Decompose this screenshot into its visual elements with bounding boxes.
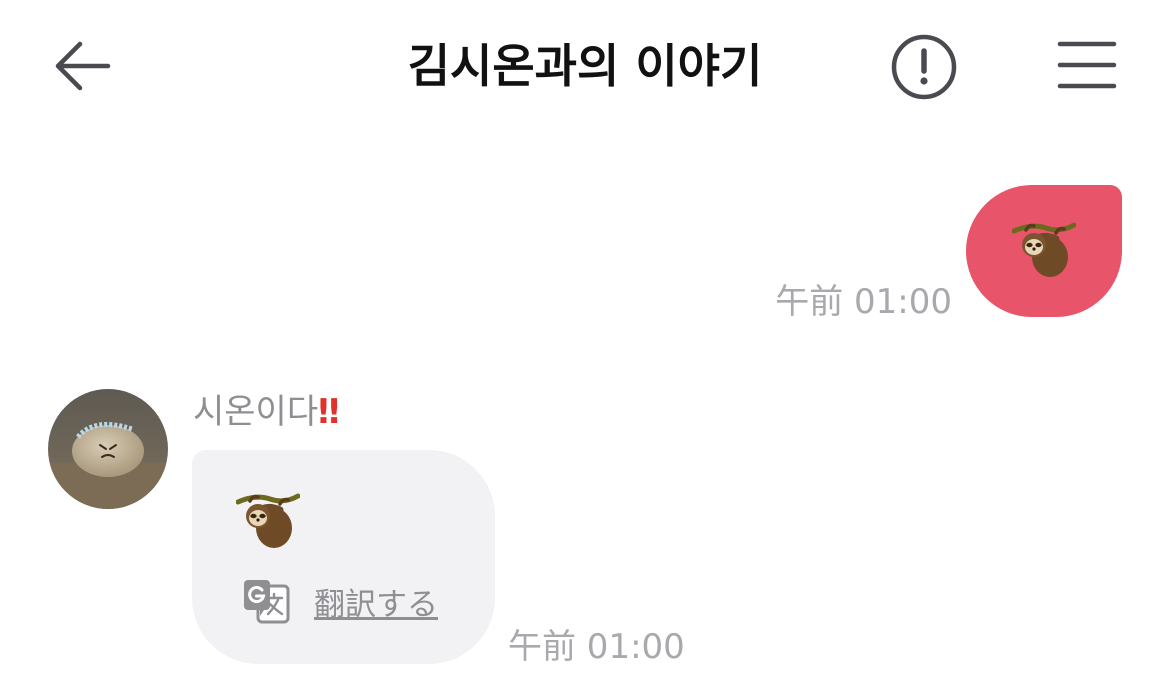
back-button[interactable] [52, 38, 114, 94]
sender-avatar[interactable] [48, 389, 168, 509]
chat-title: 김시온과의 이야기 [407, 39, 763, 93]
avatar-image [48, 389, 168, 509]
translate-label: 翻訳する [314, 586, 438, 623]
translate-icon [244, 580, 290, 624]
hamburger-menu-icon [1057, 41, 1117, 89]
report-button[interactable] [888, 34, 960, 100]
translate-button[interactable]: 翻訳する [242, 576, 438, 626]
incoming-message-time: 午前 01:00 [508, 627, 685, 667]
sender-name: 시온이다‼ [193, 388, 340, 436]
exclamation-circle-icon [891, 34, 957, 100]
double-exclamation-icon: ‼ [318, 392, 339, 432]
outgoing-message-time: 午前 01:00 [775, 282, 952, 322]
incoming-message-bubble[interactable]: 翻訳する [192, 450, 495, 664]
sloth-emoji-icon [236, 493, 300, 548]
chat-header: 김시온과의 이야기 [0, 0, 1170, 140]
menu-button[interactable] [1054, 36, 1120, 94]
sloth-emoji-icon [1012, 222, 1076, 277]
arrow-left-icon [55, 41, 111, 91]
sender-name-text: 시온이다 [193, 392, 319, 432]
outgoing-message-bubble[interactable] [966, 185, 1122, 317]
